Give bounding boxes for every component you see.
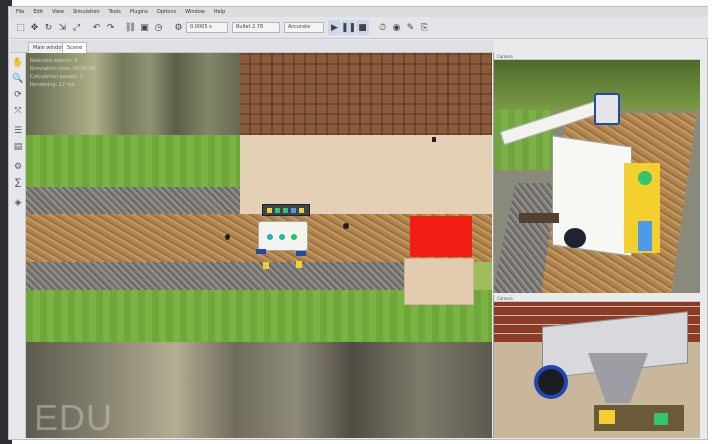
menu-file[interactable]: File xyxy=(16,9,24,15)
menu-plugins[interactable]: Plugins xyxy=(130,9,148,15)
hole-marker xyxy=(343,223,349,229)
status-line: Selected objects: 0 xyxy=(30,58,78,64)
play-icon[interactable]: ▶ xyxy=(328,20,341,35)
camera-view-top[interactable]: Camera xyxy=(493,53,700,293)
link-icon[interactable]: ⛓ xyxy=(124,20,137,35)
main-3d-viewport[interactable]: Selected objects: 0 Simulation time: 00:… xyxy=(26,53,492,438)
pause-icon[interactable]: ❚❚ xyxy=(341,20,356,35)
sand-block xyxy=(404,258,474,305)
pan-icon[interactable]: ✋ xyxy=(12,57,24,69)
calculation-modules-icon[interactable]: ∑ xyxy=(12,177,24,189)
status-line: Calculation passes: 1 xyxy=(30,74,84,80)
wrench-icon[interactable]: ✎ xyxy=(404,20,417,35)
building-roof xyxy=(240,53,492,135)
layers-icon[interactable]: ◈ xyxy=(12,197,24,209)
grass-field-upper xyxy=(26,135,240,187)
agricultural-robot-body[interactable] xyxy=(258,221,308,251)
status-line: Simulation time: 00:00:00 xyxy=(30,66,96,72)
select-icon[interactable]: ⬚ xyxy=(14,20,27,35)
translate-icon[interactable]: ⇲ xyxy=(56,20,69,35)
menu-bar: File Edit View Simulation Tools Plugins … xyxy=(10,7,708,17)
menu-options[interactable]: Options xyxy=(157,9,176,15)
scene-hierarchy-icon[interactable]: ☰ xyxy=(12,125,24,137)
tab-bar: Main window Scene xyxy=(10,40,494,53)
hole-marker xyxy=(225,234,230,240)
rotate-icon[interactable]: ↻ xyxy=(42,20,55,35)
physics-engine-select[interactable]: Bullet 2.78 xyxy=(232,22,280,33)
wooden-plank xyxy=(519,213,559,223)
yellow-block xyxy=(599,410,615,424)
robot-wheel xyxy=(296,251,306,256)
marker-post xyxy=(432,137,436,142)
undo-icon[interactable]: ↶ xyxy=(90,20,103,35)
camera-icon[interactable]: ◉ xyxy=(390,20,403,35)
sand-yard xyxy=(240,135,492,214)
red-target-box[interactable] xyxy=(410,216,472,257)
screenshot-stage: File Edit View Simulation Tools Plugins … xyxy=(0,0,712,444)
menu-simulation[interactable]: Simulation xyxy=(73,9,100,15)
blue-component xyxy=(638,221,652,251)
robot-top-module xyxy=(594,93,620,125)
scale-icon[interactable]: ⤢ xyxy=(70,20,83,35)
gravel-strip-upper xyxy=(26,187,240,214)
left-tool-column: ✋ 🔍 ⟳ ⤧ ☰ ▤ ⚙ ∑ ◈ xyxy=(10,53,26,438)
redo-icon[interactable]: ↷ xyxy=(104,20,117,35)
status-line: Rendering: 12 ms xyxy=(30,82,75,88)
fit-view-icon[interactable]: ⤧ xyxy=(12,105,24,117)
model-browser-icon[interactable]: ▤ xyxy=(12,141,24,153)
robot-caster xyxy=(263,262,269,269)
time-step-icon: ⚙ xyxy=(174,22,183,33)
stop-icon[interactable]: ■ xyxy=(356,20,369,35)
realtime-icon[interactable]: ⏱ xyxy=(376,20,389,35)
panel-title: Camera xyxy=(494,295,700,302)
script-icon[interactable]: ⎘ xyxy=(418,20,431,35)
gravel-strip-lower xyxy=(26,262,406,290)
accuracy-select[interactable]: Accurate xyxy=(284,22,324,33)
main-toolbar: ⬚ ✥ ↻ ⇲ ⤢ ↶ ↷ ⛓ ▣ ◷ ⚙ 0.0005 s Bullet 2.… xyxy=(10,17,708,39)
panel-title: Camera xyxy=(494,53,700,60)
green-sensor xyxy=(638,171,652,185)
menu-window[interactable]: Window xyxy=(185,9,205,15)
robot-caster xyxy=(296,261,302,268)
status-text-block: Selected objects: 0 Simulation time: 00:… xyxy=(30,57,230,131)
group-icon[interactable]: ▣ xyxy=(138,20,151,35)
menu-tools[interactable]: Tools xyxy=(109,9,121,15)
seeder-wheel xyxy=(534,365,568,399)
menu-edit[interactable]: Edit xyxy=(33,9,43,15)
object-properties-icon[interactable]: ⚙ xyxy=(12,161,24,173)
robot-wheel-perspective xyxy=(564,228,586,248)
move-icon[interactable]: ✥ xyxy=(28,20,41,35)
menu-view[interactable]: View xyxy=(52,9,64,15)
camera-view-bottom[interactable]: Camera xyxy=(493,295,700,438)
menu-help[interactable]: Help xyxy=(214,9,225,15)
time-step-select[interactable]: 0.0005 s xyxy=(186,22,228,33)
orbit-icon[interactable]: ⟳ xyxy=(12,89,24,101)
robot-sensor-bar[interactable] xyxy=(262,204,310,216)
clock-icon[interactable]: ◷ xyxy=(152,20,165,35)
tab-scene[interactable]: Scene xyxy=(62,42,88,53)
green-block xyxy=(654,413,668,425)
robot-wheel xyxy=(256,249,266,254)
edu-watermark: EDU xyxy=(34,397,114,438)
zoom-icon[interactable]: 🔍 xyxy=(12,73,24,85)
